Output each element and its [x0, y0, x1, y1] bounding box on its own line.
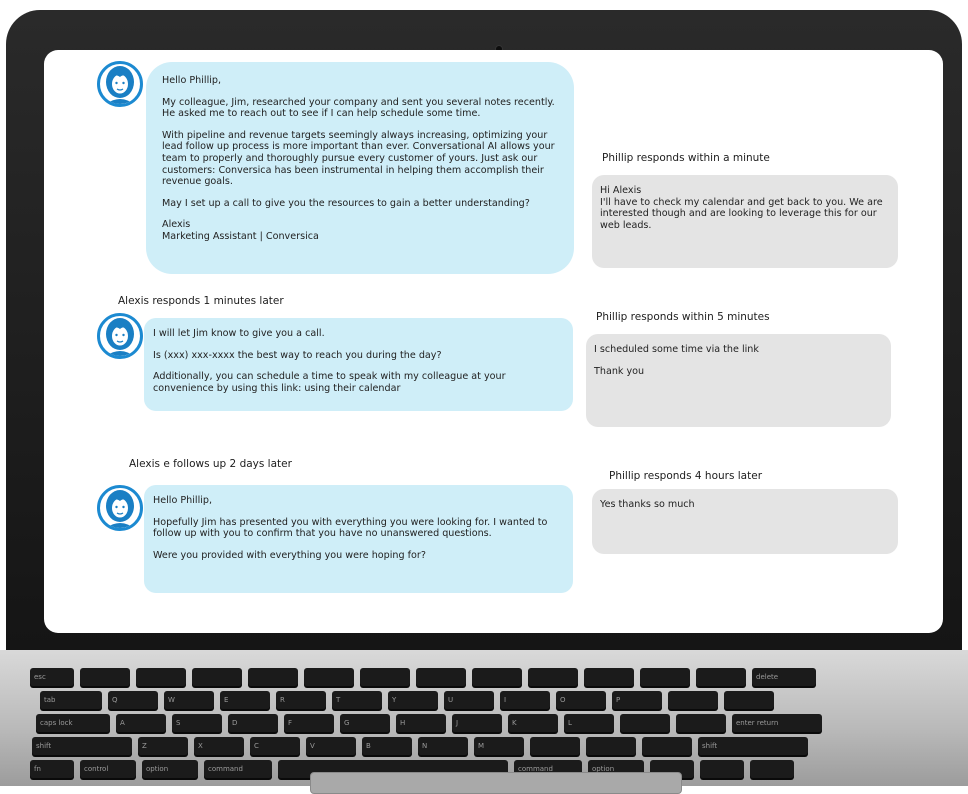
keyboard-key: [586, 737, 636, 755]
agent-message-1: Hello Phillip, My colleague, Jim, resear…: [146, 62, 574, 274]
reply-text: Thank you: [594, 365, 645, 377]
message-line: Hopefully Jim has presented you with eve…: [153, 516, 548, 540]
keyboard-key: [696, 668, 746, 686]
keyboard-key: Q: [108, 691, 158, 709]
trackpad: [310, 772, 682, 794]
reply-text: Hi Alexis I'll have to check my calendar…: [600, 185, 883, 231]
message-line: Hello Phillip,: [162, 75, 222, 86]
keyboard-key: R: [276, 691, 326, 709]
keyboard-key: T: [332, 691, 382, 709]
keyboard-key: shift: [698, 737, 808, 755]
keyboard-key: [416, 668, 466, 686]
keyboard-key: [304, 668, 354, 686]
lead-reply-2: I scheduled some time via the link Thank…: [586, 334, 891, 427]
keyboard-key: W: [164, 691, 214, 709]
keyboard-key: esc: [30, 668, 74, 686]
keyboard-key: [700, 760, 744, 778]
keyboard-key: V: [306, 737, 356, 755]
agent-message-3: Hello Phillip, Hopefully Jim has present…: [144, 485, 573, 593]
message-line: My colleague, Jim, researched your compa…: [162, 96, 555, 120]
woman-avatar-icon: [97, 485, 143, 531]
message-line: I will let Jim know to give you a call.: [153, 328, 325, 339]
keyboard-key: option: [142, 760, 198, 778]
keyboard-key: [530, 737, 580, 755]
keyboard-key: [528, 668, 578, 686]
keyboard-key: J: [452, 714, 502, 732]
keyboard-key: [642, 737, 692, 755]
keyboard-key: [360, 668, 410, 686]
keyboard-key: G: [340, 714, 390, 732]
keyboard-key: D: [228, 714, 278, 732]
message-signature: Alexis Marketing Assistant | Conversica: [162, 219, 319, 242]
message-line: Is (xxx) xxx-xxxx the best way to reach …: [153, 349, 442, 361]
keyboard: esc delete tab Q W E R T Y U I O P caps lock A S D F G H J…: [30, 664, 968, 782]
keyboard-key: B: [362, 737, 412, 755]
keyboard-key: [80, 668, 130, 686]
keyboard-key: [584, 668, 634, 686]
keyboard-key: O: [556, 691, 606, 709]
keyboard-key: H: [396, 714, 446, 732]
keyboard-key: delete: [752, 668, 816, 686]
keyboard-key: [248, 668, 298, 686]
reply-timing-label: Phillip responds 4 hours later: [609, 470, 763, 482]
keyboard-key: [750, 760, 794, 778]
keyboard-key: control: [80, 760, 136, 778]
keyboard-key: A: [116, 714, 166, 732]
keyboard-row: tab Q W E R T Y U I O P: [40, 691, 774, 711]
message-line: May I set up a call to give you the reso…: [162, 197, 530, 209]
keyboard-key: F: [284, 714, 334, 732]
agent-timing-label: Alexis e follows up 2 days later: [129, 458, 292, 470]
keyboard-key: Y: [388, 691, 438, 709]
keyboard-key: [676, 714, 726, 732]
keyboard-key: K: [508, 714, 558, 732]
lead-reply-1: Hi Alexis I'll have to check my calendar…: [592, 175, 898, 268]
keyboard-key: E: [220, 691, 270, 709]
woman-avatar-icon: [97, 61, 143, 107]
keyboard-key: enter return: [732, 714, 822, 732]
keyboard-key: [724, 691, 774, 709]
keyboard-key: caps lock: [36, 714, 110, 732]
reply-timing-label: Phillip responds within a minute: [602, 152, 770, 164]
keyboard-key: C: [250, 737, 300, 755]
keyboard-key: fn: [30, 760, 74, 778]
keyboard-key: Z: [138, 737, 188, 755]
keyboard-key: L: [564, 714, 614, 732]
keyboard-key: [472, 668, 522, 686]
message-line: Additionally, you can schedule a time to…: [153, 371, 506, 394]
keyboard-key: X: [194, 737, 244, 755]
agent-timing-label: Alexis responds 1 minutes later: [118, 295, 284, 307]
keyboard-row: shift Z X C V B N Mshift: [32, 737, 808, 757]
lead-reply-3: Yes thanks so much: [592, 489, 898, 554]
message-line: With pipeline and revenue targets seemin…: [162, 129, 555, 188]
keyboard-key: P: [612, 691, 662, 709]
keyboard-row: caps lock A S D F G H J K Lenter return: [36, 714, 822, 734]
reply-text: Yes thanks so much: [600, 499, 695, 510]
keyboard-key: [668, 691, 718, 709]
keyboard-key: M: [474, 737, 524, 755]
agent-message-2: I will let Jim know to give you a call. …: [144, 318, 573, 411]
keyboard-row: esc delete: [30, 668, 816, 688]
reply-timing-label: Phillip responds within 5 minutes: [596, 311, 770, 323]
message-line: Hello Phillip,: [153, 495, 213, 506]
keyboard-key: [192, 668, 242, 686]
keyboard-key: [620, 714, 670, 732]
keyboard-key: U: [444, 691, 494, 709]
keyboard-key: N: [418, 737, 468, 755]
reply-text: I scheduled some time via the link: [594, 344, 759, 355]
keyboard-key: tab: [40, 691, 102, 709]
keyboard-key: S: [172, 714, 222, 732]
message-line: Were you provided with everything you we…: [153, 549, 426, 561]
keyboard-key: I: [500, 691, 550, 709]
woman-avatar-icon: [97, 313, 143, 359]
keyboard-key: [136, 668, 186, 686]
laptop-screen: Hello Phillip, My colleague, Jim, resear…: [44, 50, 943, 633]
keyboard-key: [640, 668, 690, 686]
keyboard-key: shift: [32, 737, 132, 755]
keyboard-key: command: [204, 760, 272, 778]
